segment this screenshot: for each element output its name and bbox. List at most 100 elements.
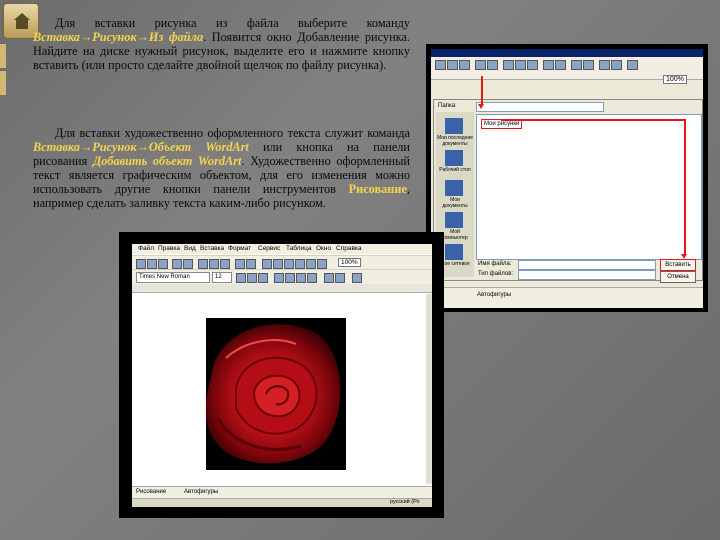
paragraph-icon[interactable] — [317, 259, 327, 269]
table-icon[interactable] — [262, 259, 272, 269]
autoshapes-menu[interactable]: Автофигуры — [477, 292, 511, 298]
ruler — [132, 284, 432, 293]
new-icon[interactable] — [136, 259, 146, 269]
save-icon[interactable] — [158, 259, 168, 269]
map-icon[interactable] — [306, 259, 316, 269]
nav-tab-2[interactable] — [0, 71, 6, 95]
vertical-scrollbar[interactable] — [426, 294, 432, 484]
menu-item[interactable]: Справка — [336, 245, 362, 252]
print-icon[interactable] — [172, 259, 182, 269]
arrow-down-icon — [478, 104, 484, 109]
menu-item[interactable]: Окно — [316, 245, 331, 252]
align-right-icon[interactable] — [296, 273, 306, 283]
network-icon[interactable] — [445, 244, 463, 260]
word-window: Файл Правка Вид Вставка Формат Сервис Та… — [132, 244, 432, 507]
formatting-toolbar: Times New Roman 12 — [132, 269, 432, 284]
columns-icon[interactable] — [284, 259, 294, 269]
open-icon[interactable] — [147, 259, 157, 269]
undo-icon[interactable] — [543, 60, 554, 70]
menu-item[interactable]: Формат — [228, 245, 251, 252]
red-pointer-line — [501, 119, 685, 121]
justify-icon[interactable] — [307, 273, 317, 283]
new-icon[interactable] — [435, 60, 446, 70]
columns-icon[interactable] — [583, 60, 594, 70]
zoom-field[interactable]: 100% — [663, 75, 687, 84]
font-select[interactable]: Times New Roman — [136, 272, 210, 283]
place-label: Мои последние документы — [437, 135, 474, 147]
cut-icon[interactable] — [503, 60, 514, 70]
map-icon[interactable] — [611, 60, 622, 70]
align-left-icon[interactable] — [274, 273, 284, 283]
drawing-icon[interactable] — [599, 60, 610, 70]
arrow-down-icon — [681, 254, 687, 259]
status-language: русский (Ро — [390, 499, 420, 505]
align-center-icon[interactable] — [285, 273, 295, 283]
red-pointer-line — [481, 76, 483, 106]
paragraph-wordart: Для вставки художественно оформленного т… — [33, 126, 410, 210]
home-icon-body — [16, 20, 28, 29]
redo-icon[interactable] — [555, 60, 566, 70]
cancel-button[interactable]: Отмена — [660, 271, 696, 283]
documents-icon[interactable] — [445, 180, 463, 196]
menu-item[interactable]: Таблица — [286, 245, 312, 252]
drawing-menu[interactable]: Рисование — [136, 489, 166, 495]
print-icon[interactable] — [475, 60, 486, 70]
filetype-select[interactable] — [518, 270, 656, 280]
bold-icon[interactable] — [236, 273, 246, 283]
place-label: Рабочий стол — [439, 167, 471, 173]
preview-icon[interactable] — [487, 60, 498, 70]
button-highlight: Добавить объект WordArt — [92, 154, 242, 168]
menu-item[interactable]: Вставка — [200, 245, 224, 252]
home-icon — [14, 13, 30, 20]
recent-icon[interactable] — [445, 118, 463, 134]
autoshapes-menu[interactable]: Автофигуры — [184, 489, 218, 495]
command-highlight: Вставка→Рисунок→Из файла — [33, 30, 204, 44]
open-icon[interactable] — [447, 60, 458, 70]
table-icon[interactable] — [571, 60, 582, 70]
folder-label: Папка: — [438, 103, 457, 109]
paste-icon[interactable] — [527, 60, 538, 70]
preview-icon[interactable] — [183, 259, 193, 269]
cut-icon[interactable] — [198, 259, 208, 269]
computer-icon[interactable] — [445, 212, 463, 228]
paragraph-icon[interactable] — [627, 60, 638, 70]
panel-highlight: Рисование — [348, 182, 407, 196]
insert-picture-dialog: Папка: Мои последние документы Рабочий с… — [433, 99, 703, 283]
filename-input[interactable] — [518, 260, 656, 270]
insert-picture-screenshot: 100% Папка: Мои последние документы Рабо… — [426, 44, 708, 312]
folder-combo[interactable] — [476, 102, 604, 112]
size-select[interactable]: 12 — [212, 272, 232, 283]
document-page[interactable] — [140, 294, 426, 484]
standard-toolbar: 100% — [132, 255, 432, 270]
rose-image[interactable] — [206, 318, 346, 470]
menu-item[interactable]: Сервис — [258, 245, 280, 252]
desktop-icon[interactable] — [445, 150, 463, 166]
folder-item[interactable]: Мои рисунки — [481, 119, 523, 129]
filetype-label: Тип файлов: — [478, 271, 514, 277]
nav-tab-1[interactable] — [0, 44, 6, 68]
title-bar — [431, 49, 703, 57]
paste-icon[interactable] — [220, 259, 230, 269]
font-color-icon[interactable] — [352, 273, 362, 283]
word-window: 100% Папка: Мои последние документы Рабо… — [431, 49, 703, 308]
copy-icon[interactable] — [515, 60, 526, 70]
text: Для вставки художественно оформленного т… — [55, 126, 410, 140]
copy-icon[interactable] — [209, 259, 219, 269]
filename-label: Имя файла: — [478, 261, 512, 267]
file-list[interactable]: Мои рисунки — [476, 114, 702, 260]
drawing-icon[interactable] — [295, 259, 305, 269]
redo-icon[interactable] — [246, 259, 256, 269]
insert-button[interactable]: Вставить — [660, 259, 696, 271]
zoom-field[interactable]: 100% — [338, 258, 361, 267]
excel-icon[interactable] — [273, 259, 283, 269]
red-pointer-line — [684, 119, 686, 256]
italic-icon[interactable] — [247, 273, 257, 283]
menu-item[interactable]: Правка — [158, 245, 180, 252]
bullets-icon[interactable] — [335, 273, 345, 283]
undo-icon[interactable] — [235, 259, 245, 269]
numbering-icon[interactable] — [324, 273, 334, 283]
menu-item[interactable]: Файл — [138, 245, 154, 252]
underline-icon[interactable] — [258, 273, 268, 283]
menu-item[interactable]: Вид — [184, 245, 196, 252]
save-icon[interactable] — [459, 60, 470, 70]
